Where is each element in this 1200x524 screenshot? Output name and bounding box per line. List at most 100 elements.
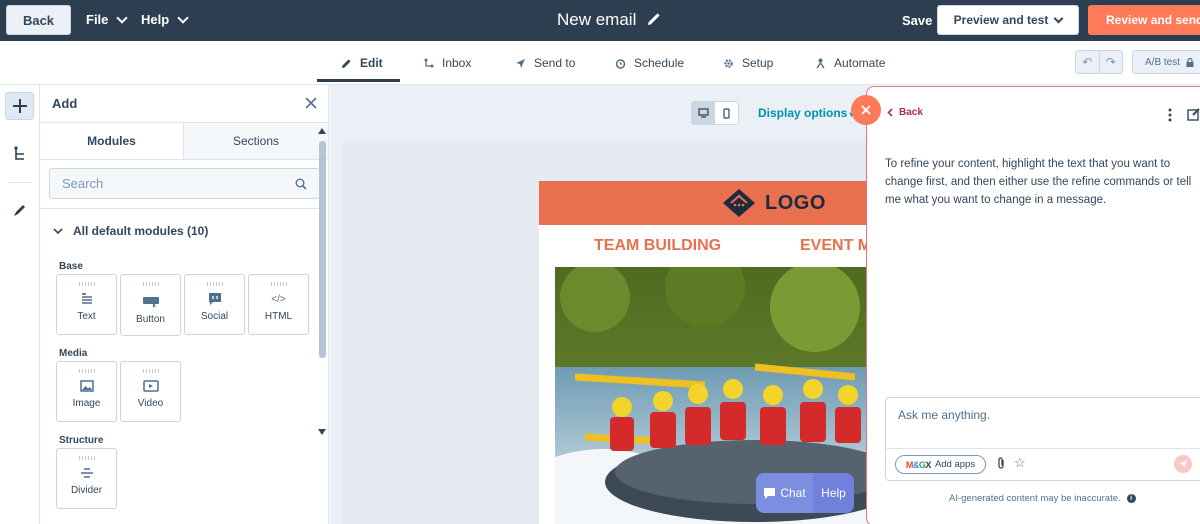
inbox-icon [424,58,434,67]
panel-tabs: Modules Sections [40,122,329,160]
mobile-icon[interactable] [715,102,738,124]
email-nav-team-building[interactable]: TEAM BUILDING [594,237,721,255]
preview-label: Preview and test [953,13,1049,27]
module-divider[interactable]: Divider [56,448,117,509]
compose-icon[interactable] [1187,107,1200,121]
module-search-input[interactable]: Search [49,168,320,199]
group-title: All default modules (10) [73,224,209,238]
email-nav-event[interactable]: EVENT M [800,237,871,255]
ai-chat-input[interactable]: Ask me anything. M&GX Add apps ☆ [885,397,1200,481]
save-button[interactable]: Save [902,13,932,28]
panel-divider [40,208,320,209]
top-bar: Back File Help New email Save Preview an… [0,0,1200,41]
tab-label: Send to [534,56,576,70]
module-label: HTML [264,311,293,322]
section-label-media: Media [59,348,88,359]
module-html[interactable]: </> HTML [248,274,309,335]
module-text[interactable]: Text [56,274,117,335]
chevron-down-icon [53,227,63,234]
attachment-icon[interactable] [996,457,1006,470]
undo-icon[interactable]: ↶ [1076,51,1100,73]
redo-icon[interactable]: ↷ [1100,51,1123,73]
send-icon[interactable] [1174,455,1192,473]
back-button[interactable]: Back [6,5,71,35]
ab-test-label: A/B test [1145,56,1181,68]
tab-label: Schedule [634,56,685,70]
add-apps-button[interactable]: M&GX Add apps [895,455,986,474]
logo-icon [723,189,755,217]
chevron-down-icon [1053,13,1064,23]
module-label: Text [77,311,96,322]
add-icon[interactable] [5,92,34,120]
tab-label: Setup [742,56,774,70]
ai-back-button[interactable]: Back [887,107,923,118]
device-toggle [691,101,739,125]
chevron-left-icon [887,108,893,117]
tab-send-to[interactable]: Send to [515,56,575,70]
help-menu[interactable]: Help [141,11,189,27]
module-label: Social [200,311,229,322]
tab-sections[interactable]: Sections [184,123,328,159]
text-icon [81,293,92,304]
close-ai-panel-icon[interactable] [851,95,881,125]
close-icon[interactable] [304,96,318,110]
pencil-icon[interactable] [646,13,660,27]
drag-handle-icon [77,456,96,460]
tab-modules[interactable]: Modules [40,123,184,159]
rail-divider [8,182,32,183]
tree-structure-icon[interactable] [5,140,34,168]
drag-handle-icon [141,369,160,373]
gear-icon [724,58,733,68]
left-icon-rail [0,85,40,524]
tab-edit[interactable]: Edit [341,56,383,70]
add-panel-title: Add [52,96,78,111]
email-header[interactable]: LOGO [539,181,870,225]
review-and-send-button[interactable]: Review and send [1088,5,1200,35]
chat-label: Chat [780,486,806,500]
file-menu[interactable]: File [86,11,129,27]
tab-setup[interactable]: Setup [723,56,773,70]
tab-inbox[interactable]: Inbox [424,56,471,70]
automate-icon [816,58,825,68]
chat-button[interactable]: Chat [756,473,813,513]
module-label: Button [136,314,165,325]
ai-input-placeholder: Ask me anything. [898,408,991,422]
help-menu-label: Help [141,12,170,27]
email-title[interactable]: New email [557,10,660,30]
module-social[interactable]: Social [184,274,245,335]
brush-icon[interactable] [5,196,34,224]
module-video[interactable]: Video [120,361,181,422]
scrollbar-thumb[interactable] [319,141,326,358]
disclaimer-text: AI-generated content may be inaccurate. [949,493,1121,504]
ai-disclaimer: AI-generated content may be inaccurate. … [949,493,1136,504]
tab-automate[interactable]: Automate [815,56,885,70]
star-icon[interactable]: ☆ [1014,455,1026,471]
editor-tab-bar: Edit Inbox Send to Schedule Setup Automa… [0,41,1200,85]
drag-handle-icon [77,282,96,286]
desktop-icon[interactable] [692,102,715,124]
ab-test-button[interactable]: A/B test [1132,50,1200,74]
info-icon[interactable]: i [1126,494,1136,503]
file-menu-label: File [86,12,109,27]
chevron-down-icon [116,11,129,24]
drag-handle-icon [269,282,288,286]
module-group-toggle[interactable]: All default modules (10) [53,224,208,238]
module-label: Image [72,398,101,409]
preview-and-test-button[interactable]: Preview and test [937,5,1079,35]
tab-schedule[interactable]: Schedule [615,56,684,70]
clock-icon [615,58,626,69]
module-label: Divider [70,485,103,496]
ai-assistant-panel: Back To refine your content, highlight t… [866,86,1200,524]
help-button[interactable]: Help [813,473,854,513]
more-options-icon[interactable] [1168,108,1172,122]
image-icon [79,380,94,392]
apps-logos-icon: M&GX [905,459,931,470]
logo-text: LOGO [765,192,826,214]
drag-handle-icon [77,369,96,373]
display-options-dropdown[interactable]: Display options ▾ [758,106,854,120]
lock-icon [1186,57,1194,67]
video-icon [142,380,159,392]
drag-handle-icon [141,282,160,286]
module-image[interactable]: Image [56,361,117,422]
module-button[interactable]: Button [120,274,181,336]
